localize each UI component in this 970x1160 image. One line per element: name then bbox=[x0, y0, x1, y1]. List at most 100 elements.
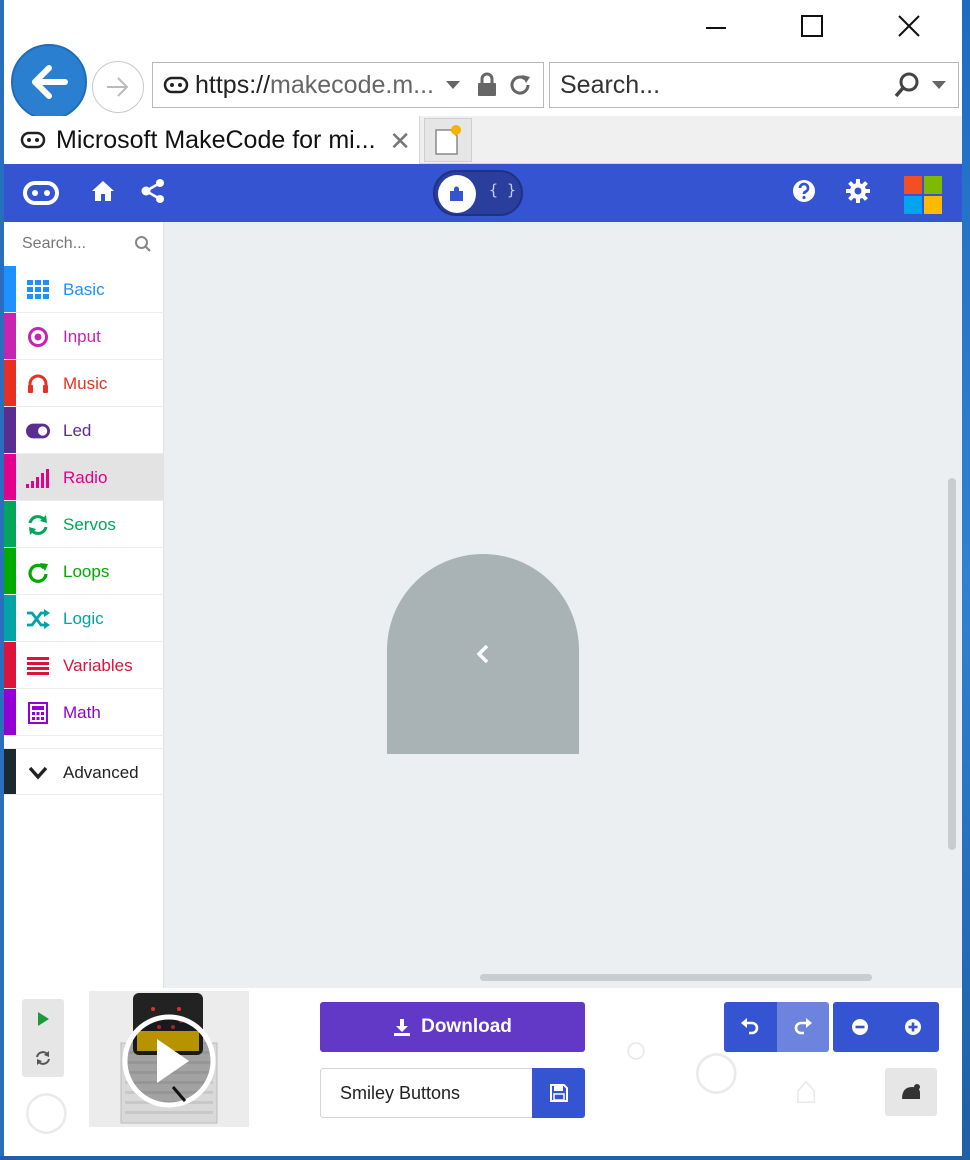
category-color-bar bbox=[4, 360, 16, 406]
undo-icon bbox=[741, 1018, 759, 1035]
category-color-bar bbox=[4, 407, 16, 453]
calculator-icon bbox=[26, 701, 50, 725]
background-pattern: ◯ bbox=[24, 1089, 69, 1133]
blocks-workspace[interactable] bbox=[164, 222, 962, 988]
search-icon[interactable] bbox=[892, 70, 922, 100]
minimize-icon bbox=[706, 27, 726, 29]
category-color-bar bbox=[4, 548, 16, 594]
download-button[interactable]: Download bbox=[320, 1002, 585, 1052]
toolbox-category-led[interactable]: Led bbox=[4, 407, 164, 454]
shuffle-icon bbox=[26, 607, 50, 631]
redo-button[interactable] bbox=[776, 1002, 829, 1052]
restart-icon bbox=[36, 1050, 50, 1065]
maximize-icon bbox=[801, 15, 823, 37]
settings-gear-icon[interactable] bbox=[845, 178, 871, 204]
puzzle-piece-icon bbox=[450, 186, 463, 201]
microbit-simulator-image bbox=[89, 991, 249, 1127]
address-text: https://makecode.m... bbox=[195, 71, 434, 100]
background-pattern: ○ bbox=[624, 1028, 649, 1072]
new-tab-button[interactable] bbox=[424, 118, 472, 162]
address-dropdown-icon[interactable] bbox=[444, 79, 462, 91]
project-name-input[interactable] bbox=[320, 1068, 533, 1118]
javascript-mode-icon[interactable]: { } bbox=[489, 181, 516, 199]
toolbox-category-logic[interactable]: Logic bbox=[4, 595, 164, 642]
category-label: Servos bbox=[63, 515, 116, 534]
help-icon[interactable] bbox=[791, 178, 817, 204]
title-bar bbox=[4, 0, 962, 56]
category-label: Math bbox=[63, 703, 101, 722]
simulator-preview[interactable] bbox=[89, 991, 249, 1127]
simulator-controls bbox=[22, 999, 64, 1077]
refresh-icon[interactable] bbox=[508, 73, 532, 97]
slow-mode-button[interactable] bbox=[885, 1068, 937, 1116]
toolbox-category-math[interactable]: Math bbox=[4, 689, 164, 736]
refresh-icon bbox=[26, 513, 50, 537]
turtle-icon bbox=[902, 1084, 920, 1099]
category-color-bar bbox=[4, 642, 16, 688]
search-icon[interactable] bbox=[134, 235, 152, 253]
tab-makecode[interactable]: Microsoft MakeCode for mi... ✕ bbox=[4, 116, 420, 164]
toggle-icon bbox=[26, 419, 50, 443]
category-label: Radio bbox=[63, 468, 108, 487]
home-icon[interactable] bbox=[90, 178, 116, 204]
toolbox-search-input[interactable] bbox=[22, 235, 132, 253]
toolbox-category-basic[interactable]: Basic bbox=[4, 266, 164, 313]
makecode-header: { } bbox=[4, 164, 962, 222]
redo-icon bbox=[794, 1018, 812, 1035]
zoom-group bbox=[833, 1002, 939, 1052]
microsoft-logo-icon[interactable] bbox=[904, 176, 942, 214]
flyout-collapse-tab[interactable] bbox=[387, 554, 579, 754]
forward-button[interactable] bbox=[92, 61, 144, 113]
tab-close-icon[interactable]: ✕ bbox=[389, 126, 411, 157]
background-pattern: ⌂ bbox=[794, 1068, 819, 1112]
restart-button[interactable] bbox=[22, 1038, 64, 1077]
zoom-in-button[interactable] bbox=[886, 1002, 939, 1052]
grid-icon bbox=[26, 278, 50, 302]
category-label: Logic bbox=[63, 609, 104, 628]
category-label: Led bbox=[63, 421, 92, 440]
toolbox-category-music[interactable]: Music bbox=[4, 360, 164, 407]
download-icon bbox=[394, 1019, 411, 1036]
editor-toolbar: ○ ◯ ⌂ ◯ Download Smiley Buttons bbox=[4, 988, 962, 1156]
share-icon[interactable] bbox=[140, 178, 166, 204]
blocks-mode-knob[interactable] bbox=[438, 175, 476, 213]
play-button[interactable] bbox=[22, 999, 64, 1038]
workspace-horizontal-scrollbar[interactable] bbox=[480, 974, 872, 981]
browser-search-box[interactable] bbox=[549, 62, 959, 108]
toolbox-category-servos[interactable]: Servos bbox=[4, 501, 164, 548]
category-color-bar bbox=[4, 266, 16, 312]
zoom-out-button[interactable] bbox=[833, 1002, 886, 1052]
toolbox-category-radio[interactable]: Radio bbox=[4, 454, 164, 501]
browser-search-input[interactable] bbox=[560, 70, 880, 100]
save-button[interactable] bbox=[532, 1068, 585, 1118]
browser-window: https://makecode.m... Microsoft MakeCode… bbox=[4, 0, 962, 1156]
toolbox-category-input[interactable]: Input bbox=[4, 313, 164, 360]
microbit-logo-icon[interactable] bbox=[22, 180, 60, 206]
maximize-button[interactable] bbox=[782, 8, 842, 44]
workspace-vertical-scrollbar[interactable] bbox=[948, 478, 956, 850]
back-button[interactable] bbox=[11, 44, 87, 120]
minimize-button[interactable] bbox=[686, 8, 746, 44]
background-pattern: ◯ bbox=[694, 1049, 739, 1093]
address-bar[interactable]: https://makecode.m... bbox=[152, 62, 544, 108]
zoom-in-icon bbox=[904, 1019, 921, 1035]
microbit-favicon-icon bbox=[163, 76, 189, 94]
desktop-edge-bottom bbox=[0, 1156, 970, 1160]
toolbox-category-variables[interactable]: Variables bbox=[4, 642, 164, 689]
toolbox: Basic Input Music Led bbox=[4, 222, 164, 988]
editor-mode-toggle[interactable]: { } bbox=[433, 170, 523, 216]
address-host: makecode.m... bbox=[270, 70, 434, 99]
zoom-out-icon bbox=[851, 1019, 868, 1035]
category-color-bar bbox=[4, 595, 16, 641]
search-dropdown-icon[interactable] bbox=[930, 79, 948, 91]
category-color-bar bbox=[4, 749, 16, 794]
toolbox-category-advanced[interactable]: Advanced bbox=[4, 748, 164, 795]
undo-button[interactable] bbox=[724, 1002, 777, 1052]
toolbox-search[interactable] bbox=[4, 222, 164, 266]
lock-icon bbox=[478, 72, 496, 96]
toolbox-category-loops[interactable]: Loops bbox=[4, 548, 164, 595]
category-color-bar bbox=[4, 689, 16, 735]
category-color-bar bbox=[4, 313, 16, 359]
close-window-button[interactable] bbox=[879, 8, 939, 44]
category-label: Loops bbox=[63, 562, 110, 581]
